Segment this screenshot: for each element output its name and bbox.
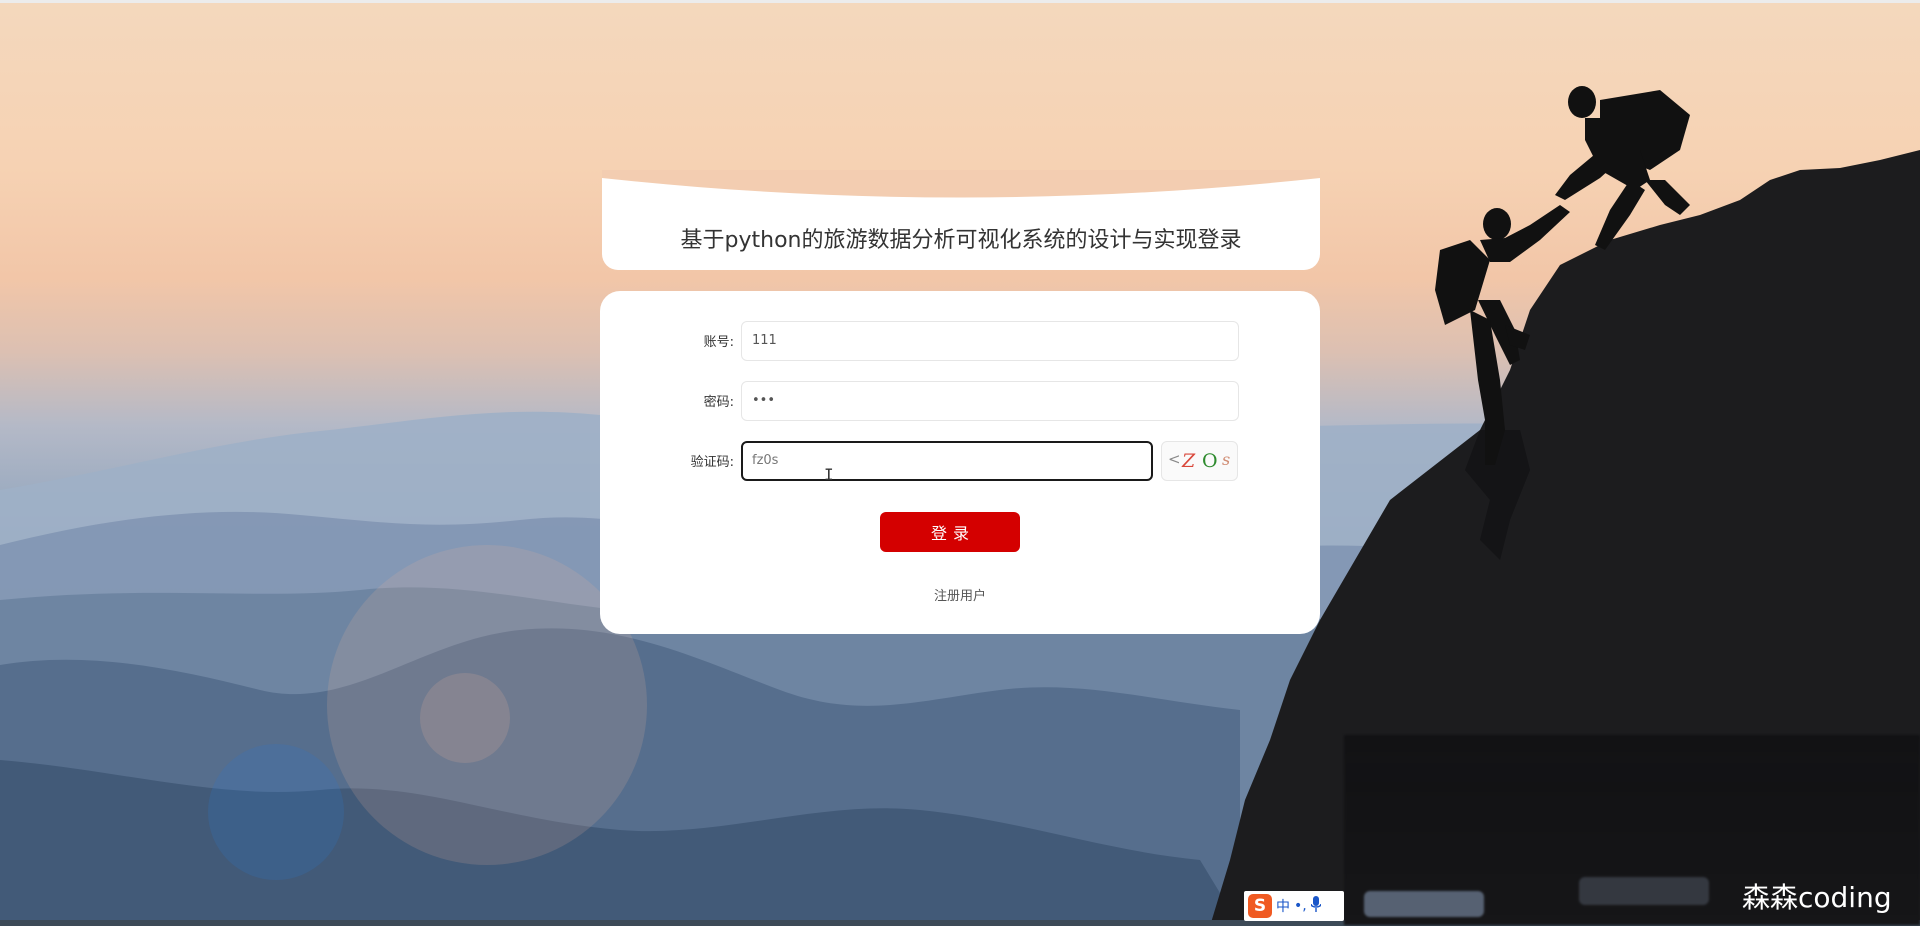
captcha-image[interactable]: < Z O s [1161,441,1238,481]
title-card: 基于python的旅游数据分析可视化系统的设计与实现登录 [602,170,1320,270]
title-card-curve [602,170,1320,198]
login-button[interactable]: 登录 [880,512,1020,552]
page-title: 基于python的旅游数据分析可视化系统的设计与实现登录 [680,228,1242,253]
text-cursor-icon: I [824,465,834,484]
captcha-char-3: O [1202,450,1218,472]
sogou-logo-icon[interactable]: S [1248,894,1272,918]
password-input[interactable]: ••• [741,381,1239,421]
watermark: 森森coding [1742,881,1892,914]
account-input[interactable]: 111 [741,321,1239,361]
captcha-input[interactable]: fz0s [741,441,1153,481]
blurred-smudge [1579,877,1709,905]
captcha-char-2: Z [1182,450,1196,472]
ime-punctuation-indicator[interactable]: •, [1294,898,1307,914]
account-label: 账号: [703,335,734,350]
captcha-char-4: s [1222,450,1231,469]
login-form-card: 账号: 111 密码: ••• 验证码: fz0s I < Z O s 登录 注… [600,291,1320,634]
blurred-smudge-2 [1364,891,1484,917]
password-label: 密码: [703,395,734,410]
captcha-label: 验证码: [690,455,734,470]
microphone-icon[interactable] [1309,896,1322,916]
captcha-char-1: < [1168,450,1181,468]
ime-toolbar[interactable]: S 中 •, [1244,891,1344,921]
ime-mode-indicator[interactable]: 中 [1276,896,1290,916]
register-link[interactable]: 注册用户 [600,585,1320,604]
